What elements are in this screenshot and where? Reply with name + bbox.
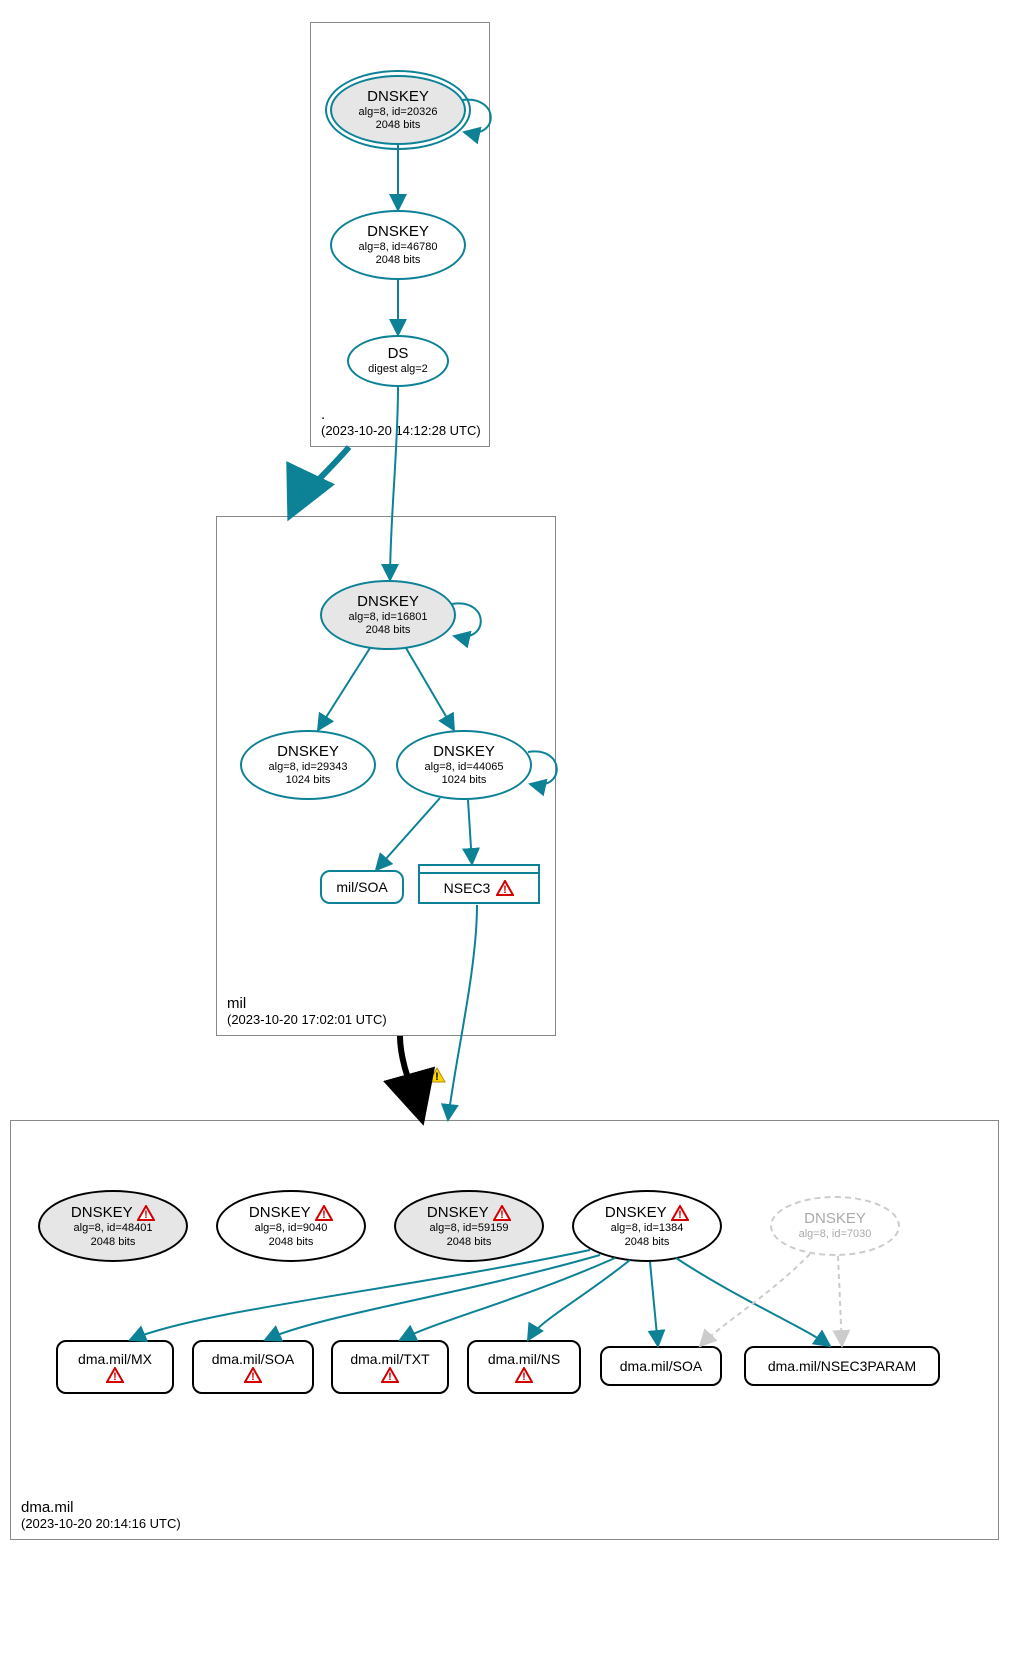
warning-icon [315,1205,333,1221]
node-title: DNSKEY [433,743,495,761]
mil-soa[interactable]: mil/SOA [320,870,404,904]
zone-name: dma.mil [21,1499,181,1516]
root-dnskey-zsk[interactable]: DNSKEY alg=8, id=46780 2048 bits [330,210,466,280]
dma-mx[interactable]: dma.mil/MX [56,1340,174,1394]
zone-dma: dma.mil (2023-10-20 20:14:16 UTC) [10,1120,999,1540]
warning-icon [496,880,514,896]
node-bits: 2048 bits [376,254,421,267]
node-title: DNSKEY [804,1210,866,1228]
root-dnskey-ksk[interactable]: DNSKEY alg=8, id=20326 2048 bits [330,75,466,145]
rr-label: dma.mil/NS [488,1351,560,1368]
dma-ns[interactable]: dma.mil/NS [467,1340,581,1394]
dma-soa-2[interactable]: dma.mil/SOA [600,1346,722,1386]
node-title: DNSKEY [277,743,339,761]
dma-dnskey-7030[interactable]: DNSKEY alg=8, id=7030 [770,1196,900,1256]
rr-label: mil/SOA [336,879,387,896]
node-bits: 1024 bits [286,774,331,787]
mil-dnskey-44065[interactable]: DNSKEY alg=8, id=44065 1024 bits [396,730,532,800]
zone-root-label: . (2023-10-20 14:12:28 UTC) [321,406,481,438]
node-title: DNSKEY [357,593,419,611]
dma-soa-1[interactable]: dma.mil/SOA [192,1340,314,1394]
dma-nsec3param[interactable]: dma.mil/NSEC3PARAM [744,1346,940,1386]
zone-timestamp: (2023-10-20 17:02:01 UTC) [227,1012,387,1027]
zone-name: . [321,406,481,423]
warning-icon [244,1367,262,1383]
rr-label: NSEC3 [444,880,491,896]
node-alg: alg=8, id=29343 [269,761,348,774]
delegation-warning-icon [428,1067,446,1088]
dma-dnskey-59159[interactable]: DNSKEY alg=8, id=59159 2048 bits [394,1190,544,1262]
rr-label: dma.mil/SOA [620,1358,702,1375]
rr-label: dma.mil/NSEC3PARAM [768,1358,916,1375]
node-title: DNSKEY [367,223,429,241]
node-alg: digest alg=2 [368,363,428,376]
node-alg: alg=8, id=1384 [611,1222,684,1235]
node-alg: alg=8, id=16801 [349,611,428,624]
warning-icon [137,1205,155,1221]
node-alg: alg=8, id=9040 [255,1222,328,1235]
node-title: DNSKEY [71,1204,133,1221]
dma-txt[interactable]: dma.mil/TXT [331,1340,449,1394]
warning-icon [381,1367,399,1383]
node-bits: 2048 bits [269,1236,314,1249]
node-title: DNSKEY [427,1204,489,1221]
node-title: DS [388,345,409,363]
root-ds[interactable]: DS digest alg=2 [347,335,449,387]
node-bits: 2048 bits [376,119,421,132]
node-title: DNSKEY [249,1204,311,1221]
node-title: DNSKEY [605,1204,667,1221]
rr-label: dma.mil/SOA [212,1351,294,1368]
warning-icon [671,1205,689,1221]
zone-name: mil [227,995,387,1012]
rr-label: dma.mil/TXT [350,1351,429,1368]
zone-timestamp: (2023-10-20 20:14:16 UTC) [21,1516,181,1531]
zone-dma-label: dma.mil (2023-10-20 20:14:16 UTC) [21,1499,181,1531]
node-alg: alg=8, id=59159 [430,1222,509,1235]
node-alg: alg=8, id=44065 [425,761,504,774]
rr-label: dma.mil/MX [78,1351,152,1368]
dma-dnskey-9040[interactable]: DNSKEY alg=8, id=9040 2048 bits [216,1190,366,1262]
node-bits: 2048 bits [447,1236,492,1249]
warning-icon [106,1367,124,1383]
warning-icon [515,1367,533,1383]
node-alg: alg=8, id=46780 [359,241,438,254]
zone-timestamp: (2023-10-20 14:12:28 UTC) [321,423,481,438]
node-title: DNSKEY [367,88,429,106]
node-alg: alg=8, id=7030 [799,1228,872,1241]
node-alg: alg=8, id=20326 [359,106,438,119]
node-bits: 2048 bits [366,624,411,637]
node-bits: 2048 bits [91,1236,136,1249]
zone-mil-label: mil (2023-10-20 17:02:01 UTC) [227,995,387,1027]
node-bits: 1024 bits [442,774,487,787]
dma-dnskey-48401[interactable]: DNSKEY alg=8, id=48401 2048 bits [38,1190,188,1262]
node-bits: 2048 bits [625,1236,670,1249]
mil-nsec3[interactable]: NSEC3 [418,864,540,904]
dma-dnskey-1384[interactable]: DNSKEY alg=8, id=1384 2048 bits [572,1190,722,1262]
node-alg: alg=8, id=48401 [74,1222,153,1235]
warning-icon [493,1205,511,1221]
mil-dnskey-29343[interactable]: DNSKEY alg=8, id=29343 1024 bits [240,730,376,800]
mil-dnskey-ksk[interactable]: DNSKEY alg=8, id=16801 2048 bits [320,580,456,650]
